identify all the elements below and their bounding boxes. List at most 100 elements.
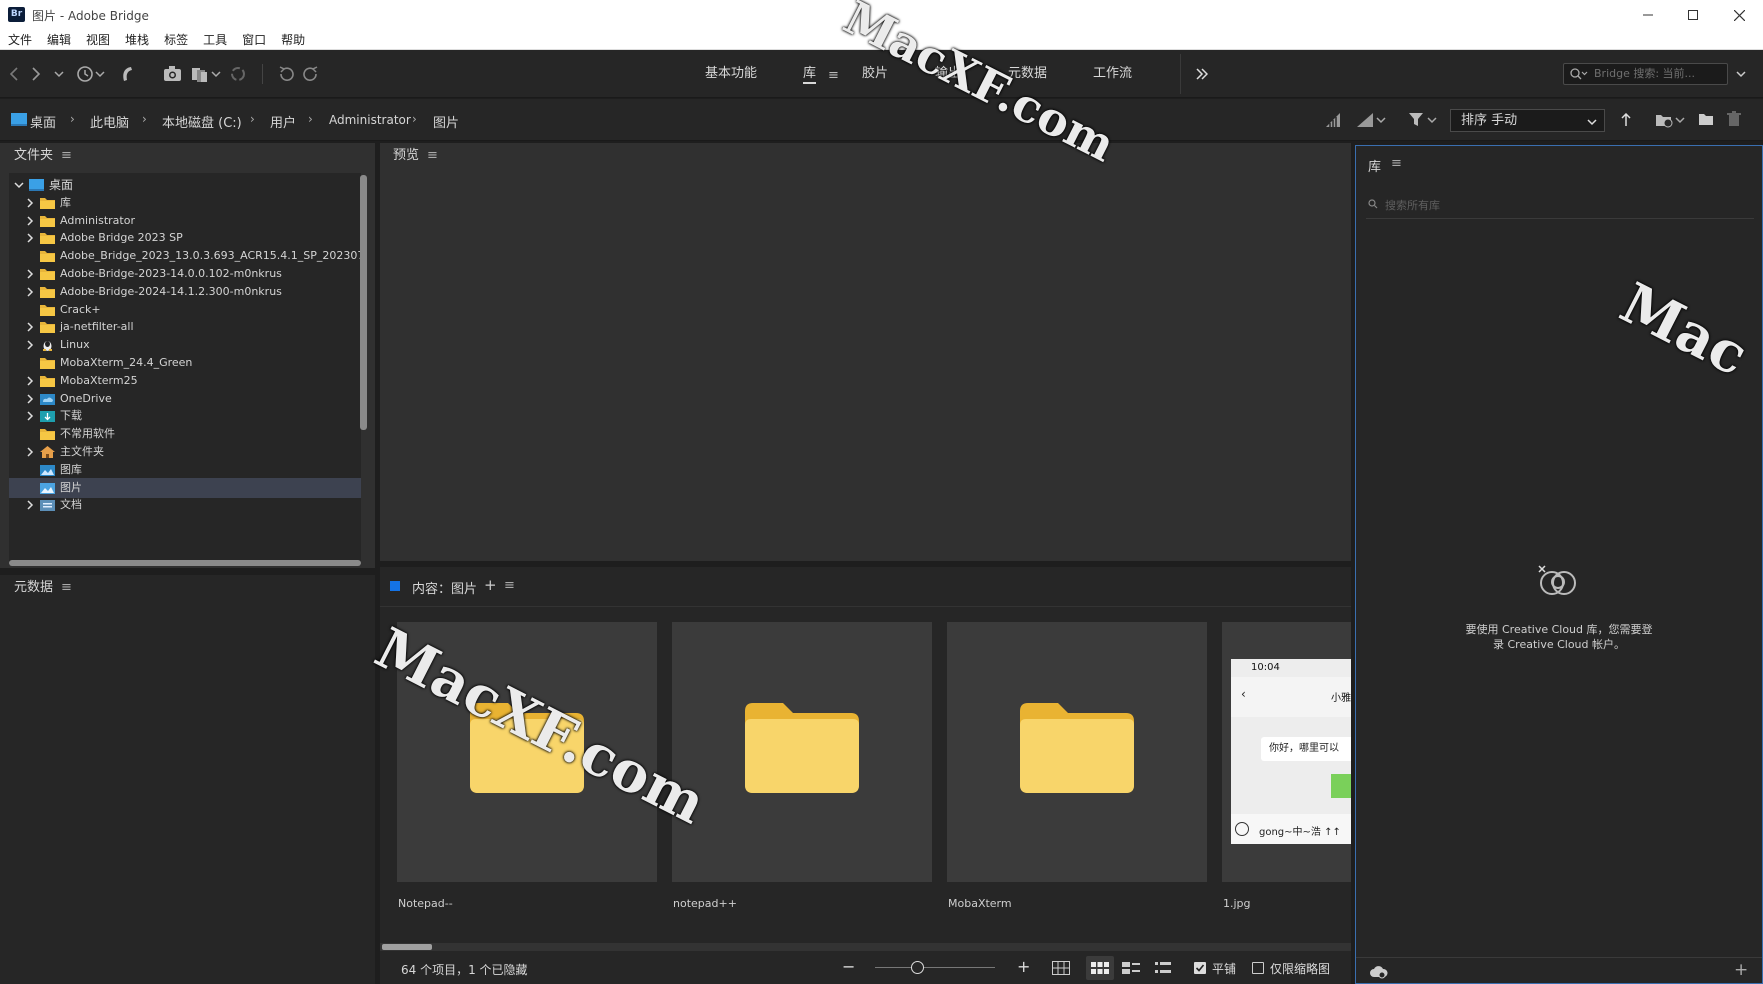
pictures-icon (40, 482, 55, 494)
chevron-right-icon[interactable] (25, 322, 35, 332)
chevron-right-icon[interactable] (25, 340, 35, 350)
workspace-library[interactable]: 库 (803, 64, 817, 84)
breadcrumb-this-pc[interactable]: 此电脑 (90, 112, 129, 131)
chevron-right-icon[interactable] (25, 447, 35, 457)
boomerang-button[interactable] (118, 64, 136, 84)
panel-menu-icon[interactable]: ≡ (61, 580, 72, 595)
zoom-slider-track[interactable] (875, 967, 995, 968)
camera-import-button[interactable] (162, 64, 184, 84)
breadcrumb-desktop[interactable]: 桌面 (30, 112, 56, 131)
zoom-slider-thumb[interactable] (911, 961, 924, 974)
breadcrumb-administrator[interactable]: Administrator (329, 113, 411, 127)
menu-stack[interactable]: 堆栈 (117, 30, 156, 50)
menu-help[interactable]: 帮助 (273, 30, 312, 50)
breadcrumb-local-disk[interactable]: 本地磁盘 (C:) (162, 112, 242, 131)
breadcrumb-pictures[interactable]: 图片 (433, 112, 459, 131)
thumbnail-notepad-plus[interactable] (672, 622, 932, 882)
menu-file[interactable]: 文件 (0, 30, 39, 50)
content-panel-title: 内容：图片 (412, 582, 478, 597)
menu-label[interactable]: 标签 (156, 30, 195, 50)
zoom-in-button[interactable]: + (1017, 957, 1030, 976)
filter-button[interactable] (1408, 112, 1438, 128)
chevron-down-icon[interactable] (14, 180, 24, 190)
chevron-down-icon (1587, 118, 1597, 126)
thumbnail-label: notepad++ (673, 897, 737, 910)
history-button[interactable] (74, 64, 108, 84)
panel-menu-icon[interactable]: ≡ (1391, 156, 1402, 171)
grid-lock-button[interactable] (1052, 961, 1070, 975)
sort-select[interactable]: 排序 手动 (1450, 109, 1605, 132)
search-options-dropdown[interactable] (1733, 64, 1749, 84)
thumbnail-1jpg[interactable]: 10:04 ‹ 小雅 你好，哪里可以 gong~中~浩 ↑↑ (1222, 622, 1351, 882)
chevron-right-icon[interactable] (25, 411, 35, 421)
library-panel: 库 ≡ 搜索所有库 要使用 Creative Cloud 库，您需要登 录 Cr… (1355, 145, 1763, 984)
folder-tree-item[interactable]: 文档 (9, 495, 361, 515)
chevron-right-icon[interactable] (25, 198, 35, 208)
more-workspaces-button[interactable] (1192, 64, 1212, 84)
folder-tree-scrollbar[interactable] (360, 175, 367, 430)
add-tab-icon[interactable]: + (484, 576, 497, 594)
chevron-right-icon[interactable] (25, 233, 35, 243)
chevron-right-icon[interactable] (25, 376, 35, 386)
add-library-button[interactable]: + (1734, 960, 1748, 980)
minimize-icon (1643, 14, 1653, 16)
chevron-right-icon[interactable] (25, 394, 35, 404)
filter-funnel-icon (1409, 113, 1437, 126)
history-clock-icon (77, 66, 105, 82)
panel-menu-icon[interactable]: ≡ (61, 148, 72, 163)
menu-window[interactable]: 窗口 (234, 30, 273, 50)
delete-button[interactable] (1727, 111, 1741, 127)
close-button[interactable] (1716, 0, 1762, 30)
thumbnails-only-checkbox[interactable] (1252, 962, 1264, 974)
sort-ascending-button[interactable] (1620, 113, 1632, 127)
details-view-button[interactable] (1122, 962, 1140, 974)
minimize-button[interactable] (1625, 0, 1671, 30)
rating-filter-button[interactable] (1356, 112, 1386, 128)
folder-tree[interactable]: 桌面库 Administrator Adobe Bridge 2023 SP Adob… (9, 173, 361, 565)
panel-menu-icon[interactable]: ≡ (427, 148, 438, 163)
breadcrumb-users[interactable]: 用户 (270, 112, 296, 131)
workspace-workflow[interactable]: 工作流 (1093, 64, 1132, 84)
toolbar-divider (1180, 54, 1181, 94)
open-recent-button[interactable] (1655, 112, 1685, 128)
maximize-icon (1688, 10, 1698, 20)
content-scrollbar[interactable] (382, 944, 432, 950)
forward-button[interactable] (28, 64, 44, 84)
back-button[interactable] (6, 64, 22, 84)
breadcrumb-separator-icon: › (70, 112, 75, 126)
arrow-up-icon (1621, 113, 1631, 126)
maximize-button[interactable] (1670, 0, 1716, 30)
workspace-filmstrip[interactable]: 胶片 (862, 64, 888, 84)
rotate-sync-button[interactable] (228, 64, 248, 84)
chevron-right-icon[interactable] (25, 216, 35, 226)
menu-edit[interactable]: 编辑 (39, 30, 78, 50)
chevron-right-icon[interactable] (25, 269, 35, 279)
tile-checkbox[interactable] (1194, 962, 1206, 974)
new-folder-button[interactable] (1698, 112, 1714, 126)
rotate-left-button[interactable] (276, 64, 296, 84)
cloud-sync-button[interactable] (1370, 965, 1388, 979)
chevron-down-icon (54, 71, 64, 78)
thumbnail-view-button[interactable] (1086, 956, 1114, 980)
library-search-input[interactable]: 搜索所有库 (1385, 197, 1440, 213)
rotate-right-button[interactable] (301, 64, 321, 84)
list-view-button[interactable] (1155, 962, 1171, 974)
refine-button[interactable] (190, 64, 222, 84)
thumbnail-mobaxterm[interactable] (947, 622, 1207, 882)
menu-view[interactable]: 视图 (78, 30, 117, 50)
breadcrumb-separator-icon: › (142, 112, 147, 126)
folder-tree-hscrollbar[interactable] (9, 560, 361, 566)
zoom-out-button[interactable]: − (842, 957, 855, 976)
recent-dropdown[interactable] (52, 64, 66, 84)
chevron-right-icon[interactable] (25, 500, 35, 510)
chevron-right-icon[interactable] (25, 287, 35, 297)
workspace-menu-icon[interactable]: ≡ (828, 68, 839, 83)
menu-tools[interactable]: 工具 (195, 30, 234, 50)
quality-icon[interactable] (1325, 112, 1341, 128)
preview-panel-title: 预览 (393, 148, 420, 163)
panel-menu-icon[interactable]: ≡ (504, 578, 515, 593)
workspace-essentials[interactable]: 基本功能 (705, 64, 757, 84)
cloud-sync-icon (1370, 966, 1388, 979)
trash-icon (1727, 111, 1741, 126)
thumbnail-label: Notepad-- (398, 897, 453, 910)
